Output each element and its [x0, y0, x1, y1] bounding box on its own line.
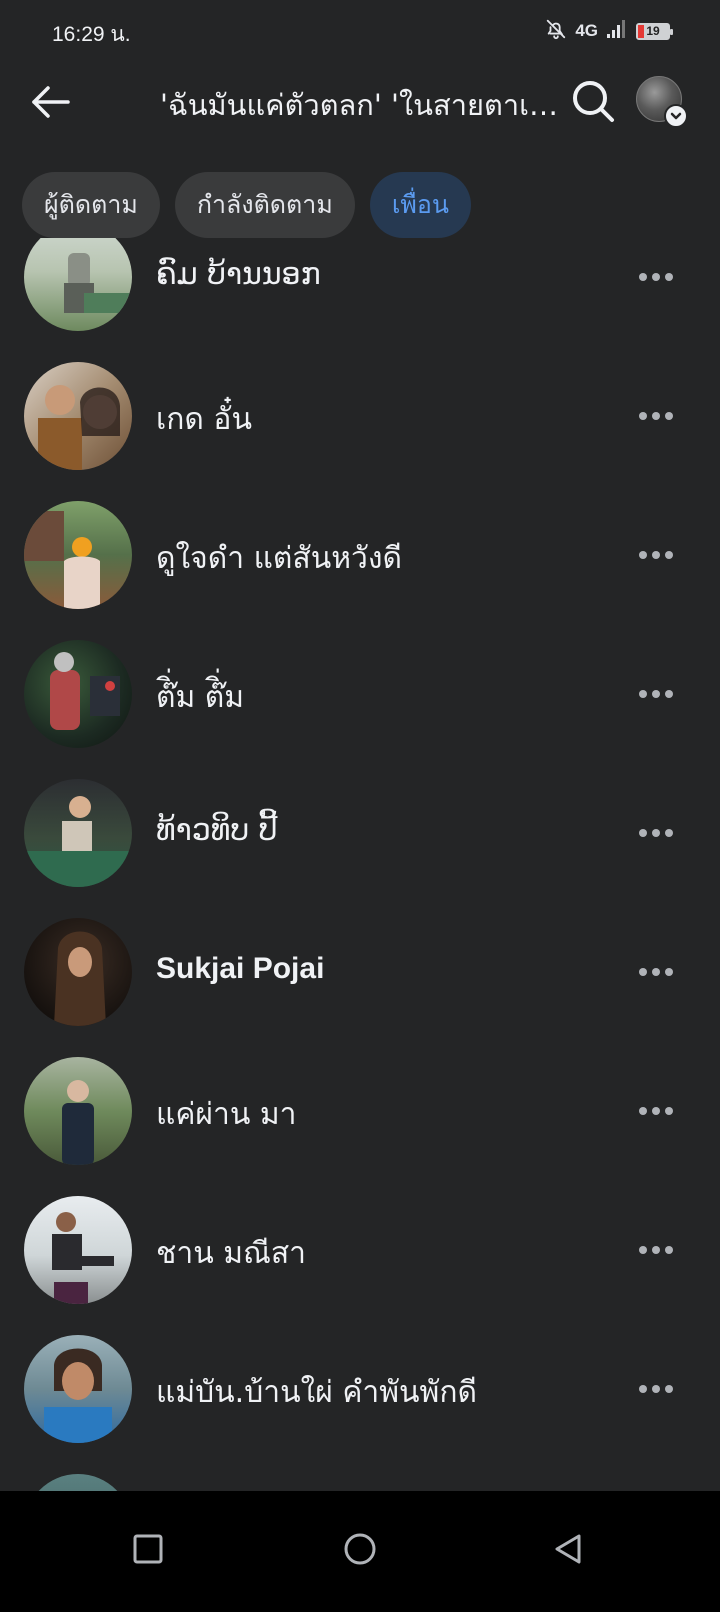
list-item[interactable]: ທ້າວທິບ ປີ້ — [0, 765, 720, 904]
avatar — [24, 779, 132, 887]
friend-name[interactable]: ชาน มณีสา — [156, 1230, 306, 1277]
bell-off-icon — [545, 18, 567, 44]
list-item[interactable]: ຄົມ ບ້ານນອກ — [0, 238, 720, 348]
battery-level: 19 — [646, 24, 660, 38]
avatar — [24, 362, 132, 470]
status-icons: 4G 19 — [545, 18, 673, 44]
status-bar: 16:29 น. 4G 19 — [0, 0, 720, 60]
friend-name[interactable]: แม่บัน.บ้านใผ่ คำพันพักดี — [156, 1369, 477, 1416]
back-arrow-icon — [32, 86, 70, 118]
home-button[interactable] — [332, 1521, 388, 1577]
network-type: 4G — [575, 21, 598, 40]
search-icon — [573, 81, 614, 122]
list-item[interactable]: แค่ผ่าน มา — [0, 1043, 720, 1182]
list-item[interactable]: Sukjai Pojai — [0, 904, 720, 1043]
filter-tabs: ผู้ติดตาม กำลังติดตาม เพื่อน — [22, 172, 471, 238]
more-options-icon[interactable] — [630, 537, 682, 573]
friend-name[interactable]: ຄົມ ບ້ານນອກ — [156, 257, 321, 292]
more-options-icon[interactable] — [630, 1232, 682, 1268]
tab-followers[interactable]: ผู้ติดตาม — [22, 172, 160, 238]
more-options-icon[interactable] — [630, 1093, 682, 1129]
back-nav-button[interactable] — [540, 1521, 596, 1577]
tab-following[interactable]: กำลังติดตาม — [174, 172, 355, 238]
list-item[interactable]: ชาน มณีสา — [0, 1182, 720, 1321]
list-item[interactable]: เกด อั๋น — [0, 348, 720, 487]
recents-square-icon — [133, 1534, 163, 1564]
friend-name[interactable]: Sukjai Pojai — [156, 952, 324, 986]
status-time: 16:29 น. — [52, 23, 131, 46]
profile-avatar-button[interactable] — [636, 76, 688, 128]
list-item[interactable] — [0, 1460, 720, 1491]
page-title: 'ฉันมันแค่ตัวตลก' 'ในสายตาเธอ' — [160, 88, 560, 122]
more-options-icon[interactable] — [630, 815, 682, 851]
system-nav-bar — [0, 1491, 720, 1612]
avatar — [24, 640, 132, 748]
friend-name[interactable]: ທ້າວທິບ ປີ້ — [156, 813, 278, 848]
list-item[interactable]: ดูใจดำ แต่สันหวังดี — [0, 487, 720, 626]
avatar — [24, 238, 132, 331]
list-item[interactable]: แม่บัน.บ้านใผ่ คำพันพักดี — [0, 1321, 720, 1460]
more-options-icon[interactable] — [630, 954, 682, 990]
back-button[interactable] — [28, 80, 76, 124]
avatar — [24, 501, 132, 609]
recents-button[interactable] — [120, 1521, 176, 1577]
avatar — [24, 1335, 132, 1443]
more-options-icon[interactable] — [630, 676, 682, 712]
more-options-icon[interactable] — [630, 259, 682, 295]
friend-name[interactable]: ดูใจดำ แต่สันหวังดี — [156, 535, 402, 582]
avatar — [24, 918, 132, 1026]
avatar — [24, 1057, 132, 1165]
friends-list: ຄົມ ບ້ານນອກ เกด อั๋น ดูใจดำ แต่สันหวังดี… — [0, 238, 720, 1491]
header: 'ฉันมันแค่ตัวตลก' 'ในสายตาเธอ' — [0, 62, 720, 138]
home-circle-icon — [344, 1533, 376, 1565]
list-item[interactable]: ต๊ิ่ม ต๊ิ่ม — [0, 626, 720, 765]
search-button[interactable] — [570, 78, 616, 124]
tab-friends[interactable]: เพื่อน — [369, 172, 471, 238]
friend-name[interactable]: เกด อั๋น — [156, 396, 252, 443]
more-options-icon[interactable] — [630, 398, 682, 434]
battery-fill — [638, 24, 644, 38]
avatar — [24, 1474, 132, 1491]
avatar — [24, 1196, 132, 1304]
friend-name[interactable]: ต๊ิ่ม ต๊ิ่ม — [156, 674, 244, 721]
more-options-icon[interactable] — [630, 1371, 682, 1407]
battery-icon: 19 — [636, 22, 673, 40]
back-triangle-icon — [555, 1534, 581, 1564]
signal-icon — [606, 19, 628, 43]
friend-name[interactable]: แค่ผ่าน มา — [156, 1091, 297, 1138]
chevron-down-icon — [664, 104, 688, 128]
